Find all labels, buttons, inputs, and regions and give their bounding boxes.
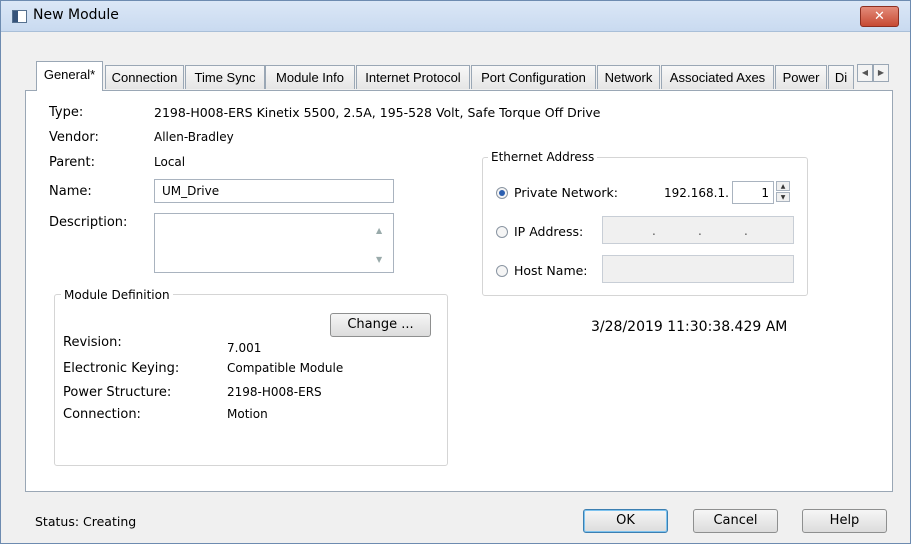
ok-button[interactable]: OK bbox=[583, 509, 668, 533]
host-name-radio[interactable] bbox=[496, 265, 508, 277]
host-name-input bbox=[602, 255, 794, 283]
name-input[interactable]: UM_Drive bbox=[154, 179, 394, 203]
status-text: Status: Creating bbox=[35, 514, 137, 529]
private-network-octet-input[interactable]: 1 bbox=[732, 181, 774, 204]
vendor-value: Allen-Bradley bbox=[154, 130, 234, 144]
tab-time-sync[interactable]: Time Sync bbox=[185, 65, 265, 89]
close-icon: ✕ bbox=[874, 9, 885, 24]
type-value: 2198-H008-ERS Kinetix 5500, 2.5A, 195-52… bbox=[154, 105, 601, 120]
description-scroll-down-icon[interactable]: ▼ bbox=[376, 255, 382, 264]
ip-address-radio[interactable] bbox=[496, 226, 508, 238]
change-button[interactable]: Change ... bbox=[330, 313, 431, 337]
help-button[interactable]: Help bbox=[802, 509, 887, 533]
name-label: Name: bbox=[49, 184, 92, 199]
electronic-keying-value: Compatible Module bbox=[227, 361, 344, 375]
tab-associated-axes[interactable]: Associated Axes bbox=[661, 65, 774, 89]
tab-network[interactable]: Network bbox=[597, 65, 660, 89]
spin-down-icon[interactable]: ▼ bbox=[776, 192, 790, 202]
tab-internet-protocol[interactable]: Internet Protocol bbox=[356, 65, 470, 89]
vendor-label: Vendor: bbox=[49, 130, 99, 145]
connection-label: Connection: bbox=[63, 407, 141, 422]
revision-value: 7.001 bbox=[227, 341, 262, 355]
connection-value: Motion bbox=[227, 407, 268, 421]
module-definition-title: Module Definition bbox=[61, 288, 173, 302]
description-label: Description: bbox=[49, 215, 128, 230]
private-network-label: Private Network: bbox=[514, 185, 618, 200]
tab-scroll-left-icon[interactable]: ◀ bbox=[857, 64, 873, 82]
ip-dot-1: . bbox=[652, 224, 656, 238]
host-name-label: Host Name: bbox=[514, 263, 588, 278]
private-network-radio[interactable] bbox=[496, 187, 508, 199]
window-title: New Module bbox=[33, 7, 119, 23]
title-bar[interactable]: New Module ✕ bbox=[1, 1, 910, 32]
ip-dot-2: . bbox=[698, 224, 702, 238]
close-button[interactable]: ✕ bbox=[860, 6, 899, 27]
power-structure-value: 2198-H008-ERS bbox=[227, 385, 322, 399]
tab-general[interactable]: General* bbox=[36, 61, 103, 91]
cancel-button[interactable]: Cancel bbox=[693, 509, 778, 533]
revision-label: Revision: bbox=[63, 335, 122, 350]
parent-label: Parent: bbox=[49, 155, 95, 170]
timestamp: 3/28/2019 11:30:38.429 AM bbox=[591, 319, 788, 335]
spin-up-icon[interactable]: ▲ bbox=[776, 181, 790, 191]
tab-power[interactable]: Power bbox=[775, 65, 827, 89]
tab-di[interactable]: Di bbox=[828, 65, 854, 89]
power-structure-label: Power Structure: bbox=[63, 385, 172, 400]
parent-value: Local bbox=[154, 155, 186, 169]
ethernet-address-title: Ethernet Address bbox=[488, 150, 598, 164]
window-icon bbox=[12, 10, 27, 23]
ip-address-label: IP Address: bbox=[514, 224, 584, 239]
electronic-keying-label: Electronic Keying: bbox=[63, 361, 180, 376]
tab-scroll-right-icon[interactable]: ▶ bbox=[873, 64, 889, 82]
private-network-prefix: 192.168.1. bbox=[664, 186, 729, 200]
description-input[interactable] bbox=[154, 213, 394, 273]
ip-dot-3: . bbox=[744, 224, 748, 238]
new-module-dialog: New Module ✕ General* Connection Time Sy… bbox=[0, 0, 911, 544]
type-label: Type: bbox=[49, 105, 84, 120]
tab-module-info[interactable]: Module Info bbox=[265, 65, 355, 89]
tab-connection[interactable]: Connection bbox=[105, 65, 184, 89]
tab-port-configuration[interactable]: Port Configuration bbox=[471, 65, 596, 89]
description-scroll-up-icon[interactable]: ▲ bbox=[376, 226, 382, 235]
